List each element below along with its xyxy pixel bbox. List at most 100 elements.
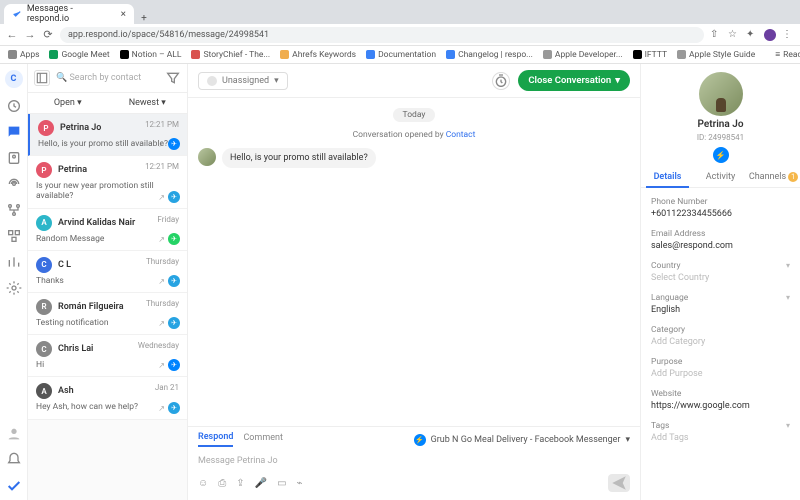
system-message: Conversation opened by Contact [198, 130, 630, 140]
star-icon[interactable]: ☆ [728, 29, 740, 41]
voice-icon[interactable]: 🎤 [255, 478, 267, 489]
browser-tabbar: Messages - respond.io × + [0, 0, 800, 24]
bookmark-item[interactable]: Documentation [366, 50, 436, 60]
field-value: https://www.google.com [651, 401, 790, 411]
messenger-icon: ⚡ [414, 434, 426, 446]
respond-tab[interactable]: Respond [198, 432, 233, 447]
dashboard-icon[interactable] [6, 98, 22, 114]
field-label: Purpose [651, 357, 790, 367]
detail-field[interactable]: Websitehttps://www.google.com [651, 384, 790, 416]
collapse-button[interactable] [34, 70, 50, 86]
message-input[interactable]: Message Petrina Jo [188, 452, 640, 470]
share-icon[interactable]: ⇧ [710, 29, 722, 41]
detail-field[interactable]: Email Addresssales@respond.com [651, 224, 790, 256]
conversation-item[interactable]: PPetrina12:21 PMIs your new year promoti… [28, 156, 187, 208]
reading-list[interactable]: ≡Reading List [775, 49, 800, 60]
message-row: Hello, is your promo still available? [198, 148, 630, 168]
sort-filter[interactable]: Newest ▾ [108, 93, 188, 113]
outbound-icon: ↗ [158, 193, 165, 202]
upload-icon[interactable]: ⇪ [236, 478, 244, 489]
tab-close-icon[interactable]: × [121, 9, 126, 20]
avatar: R [36, 299, 52, 315]
conversation-item[interactable]: CC LThursdayThanks↗✈ [28, 251, 187, 293]
conversation-item[interactable]: CChris LaiWednesdayHi↗✈ [28, 335, 187, 377]
channels-tab[interactable]: Channels1 [747, 167, 800, 187]
details-tab[interactable]: Details [641, 167, 694, 187]
bookmark-item[interactable]: IFTTT [633, 50, 667, 60]
respond-logo-icon[interactable] [6, 478, 22, 494]
snooze-button[interactable] [492, 72, 510, 90]
reports-icon[interactable] [6, 254, 22, 270]
attachment-icon[interactable]: ⎙ [218, 478, 226, 489]
contacts-icon[interactable] [6, 150, 22, 166]
address-bar[interactable]: app.respond.io/space/54816/message/24998… [60, 27, 704, 43]
detail-field[interactable]: Phone Number+601122334455666 [651, 192, 790, 224]
reload-button[interactable]: ⟳ [42, 28, 54, 41]
field-value: Add Category [651, 337, 790, 347]
detail-field[interactable]: CategoryAdd Category [651, 320, 790, 352]
contact-link[interactable]: Contact [446, 130, 476, 140]
timestamp: Friday [157, 215, 179, 224]
bookmark-apps[interactable]: Apps [8, 50, 39, 60]
emoji-icon[interactable]: ☺ [198, 478, 208, 489]
search-input[interactable]: 🔍 Search by contact [56, 73, 159, 83]
channel-selector[interactable]: ⚡ Grub N Go Meal Delivery - Facebook Mes… [414, 434, 630, 446]
settings-icon[interactable] [6, 280, 22, 296]
contact-name: C L [58, 260, 71, 270]
send-button[interactable] [608, 474, 630, 492]
bookmark-item[interactable]: Apple Developer... [543, 50, 623, 60]
conversation-item[interactable]: PPetrina Jo12:21 PMHello, is your promo … [28, 114, 187, 156]
bookmark-item[interactable]: StoryChief - The... [191, 50, 270, 60]
browser-tab[interactable]: Messages - respond.io × [4, 4, 134, 24]
filter-icon[interactable] [165, 70, 181, 86]
timestamp: 12:21 PM [145, 120, 179, 129]
bookmark-item[interactable]: Notion – ALL [120, 50, 182, 60]
avatar: A [36, 383, 52, 399]
bookmark-item[interactable]: Google Meet [49, 50, 109, 60]
browser-toolbar: ← → ⟳ app.respond.io/space/54816/message… [0, 24, 800, 46]
user-avatar-icon[interactable] [6, 426, 22, 442]
timestamp: 12:21 PM [145, 162, 179, 171]
detail-field[interactable]: Purpose Add Purpose [651, 352, 790, 384]
new-tab-button[interactable]: + [134, 13, 154, 24]
conversation-item[interactable]: RRomán FilgueiraThursdayTesting notifica… [28, 293, 187, 335]
bookmark-item[interactable]: Changelog | respo... [446, 50, 533, 60]
activity-tab[interactable]: Activity [694, 167, 747, 187]
close-conversation-button[interactable]: Close Conversation ▾ [518, 70, 630, 91]
tab-favicon [12, 9, 22, 19]
conversation-item[interactable]: AAshJan 21Hey Ash, how can we help?↗✈ [28, 377, 187, 419]
extensions-icon[interactable]: ✦ [746, 29, 758, 41]
notifications-icon[interactable] [6, 452, 22, 468]
status-filter[interactable]: Open ▾ [28, 93, 108, 113]
menu-icon[interactable]: ⋮ [782, 29, 794, 41]
detail-field[interactable]: Language▾English [651, 288, 790, 320]
bookmark-item[interactable]: Ahrefs Keywords [280, 50, 356, 60]
detail-field[interactable]: Tags▾Add Tags [651, 416, 790, 448]
template-icon[interactable]: ⌁ [297, 478, 303, 489]
contact-name: Ash [58, 386, 74, 396]
workflows-icon[interactable] [6, 202, 22, 218]
messages-icon[interactable] [6, 124, 22, 140]
tab-title: Messages - respond.io [27, 4, 116, 24]
workspace-switcher[interactable]: C [5, 70, 23, 88]
chat-pane: Unassigned ▾ Close Conversation ▾ Today … [188, 64, 640, 500]
back-button[interactable]: ← [6, 28, 18, 41]
conversation-item[interactable]: AArvind Kalidas NairFridayRandom Message… [28, 209, 187, 251]
outbound-icon: ↗ [158, 319, 165, 328]
profile-avatar[interactable] [764, 29, 776, 41]
comment-tab[interactable]: Comment [243, 433, 282, 446]
contact-name: Román Filgueira [58, 302, 124, 312]
broadcast-icon[interactable] [6, 176, 22, 192]
snippet-icon[interactable]: ▭ [277, 478, 286, 489]
timestamp: Thursday [146, 257, 179, 266]
contact-name: Petrina Jo [60, 123, 101, 133]
field-value: Add Purpose [651, 369, 790, 379]
forward-button[interactable]: → [24, 28, 36, 41]
avatar: C [36, 341, 52, 357]
detail-field[interactable]: Country▾Select Country [651, 256, 790, 288]
timestamp: Thursday [146, 299, 179, 308]
contact-details-panel: Petrina Jo ID: 24998541 ⚡ Details Activi… [640, 64, 800, 500]
bookmark-item[interactable]: Apple Style Guide [677, 50, 755, 60]
org-icon[interactable] [6, 228, 22, 244]
assignee-dropdown[interactable]: Unassigned ▾ [198, 72, 288, 90]
